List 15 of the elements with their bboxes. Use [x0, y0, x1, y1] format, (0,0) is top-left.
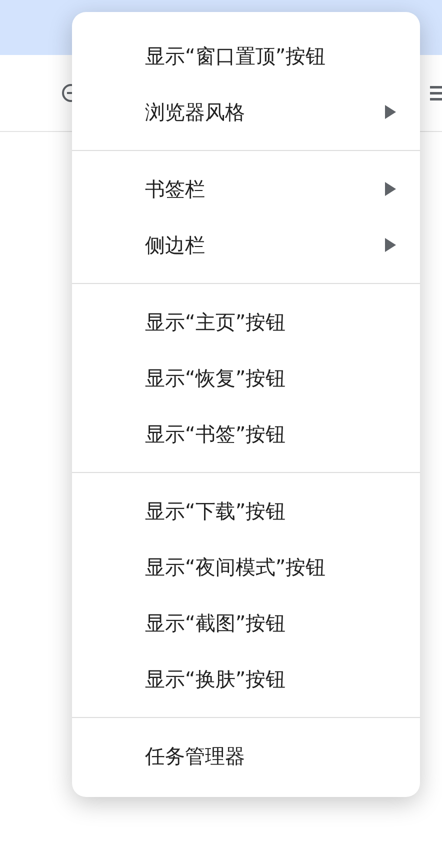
menu-item[interactable]: 任务管理器 — [72, 728, 420, 784]
menu-item[interactable]: 显示“主页”按钮 — [72, 294, 420, 350]
menu-item[interactable]: 显示“截图”按钮 — [72, 595, 420, 651]
submenu-arrow-icon — [385, 238, 396, 252]
menu-item[interactable]: 显示“夜间模式”按钮 — [72, 539, 420, 595]
menu-item[interactable]: 显示“恢复”按钮 — [72, 350, 420, 406]
menu-item[interactable]: 显示“书签”按钮 — [72, 406, 420, 462]
menu-item[interactable]: 浏览器风格 — [72, 84, 420, 140]
menu-item[interactable]: 显示“下载”按钮 — [72, 483, 420, 539]
menu-item[interactable]: 显示“窗口置顶”按钮 — [72, 28, 420, 84]
menu-item[interactable]: 显示“换肤”按钮 — [72, 651, 420, 707]
submenu-arrow-icon — [385, 105, 396, 119]
menu-item[interactable]: 书签栏 — [72, 161, 420, 217]
menu-item[interactable]: 侧边栏 — [72, 217, 420, 273]
submenu-arrow-icon — [385, 182, 396, 196]
